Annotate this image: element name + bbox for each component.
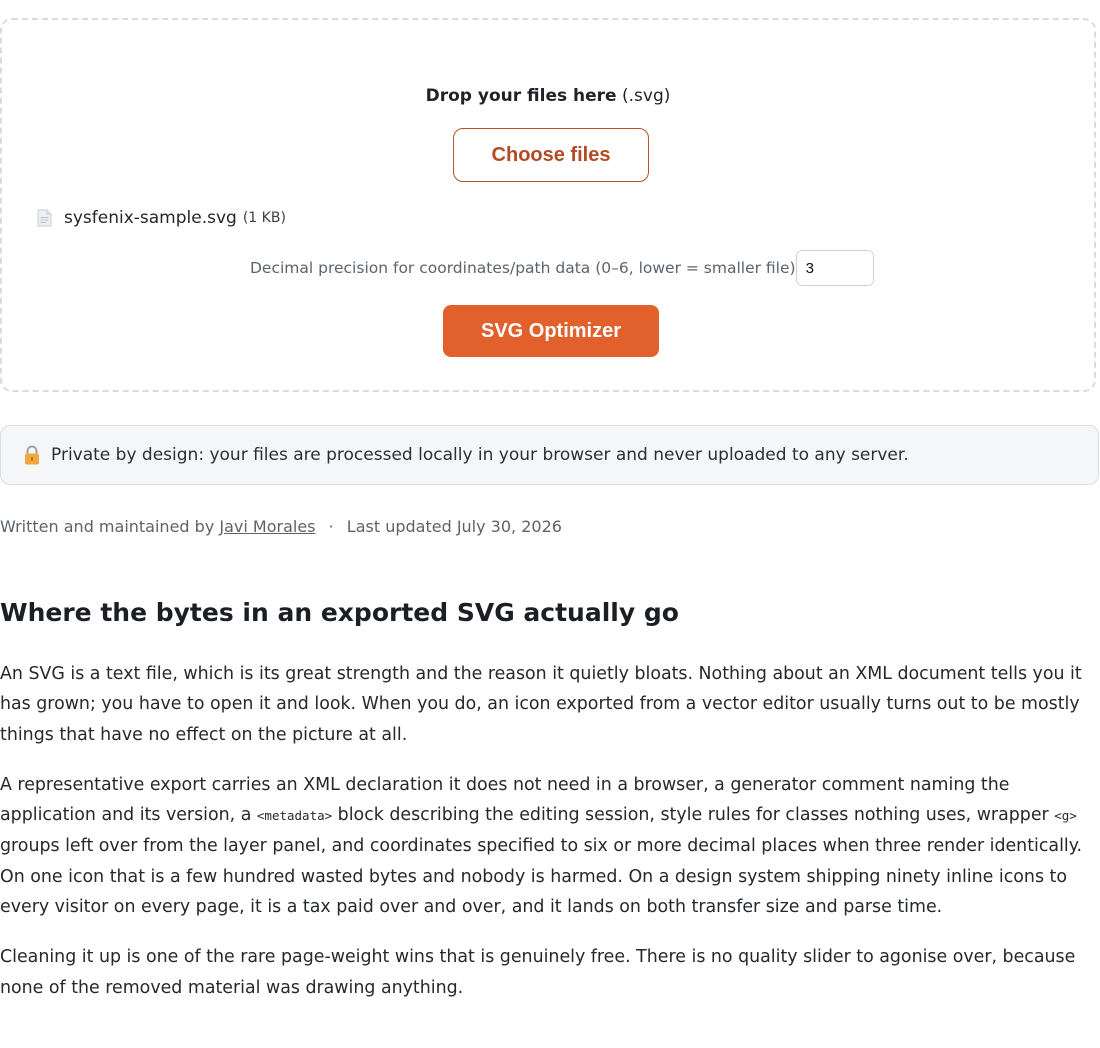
paragraph-2-text-b: block describing the editing session, st… [332, 805, 1055, 826]
file-size: (1 KB) [242, 210, 286, 226]
file-name: sysfenix-sample.svg [64, 208, 237, 228]
byline: Written and maintained by Javi Morales ·… [0, 517, 562, 536]
lock-icon [23, 445, 41, 465]
selected-file: sysfenix-sample.svg (1 KB) [37, 207, 286, 229]
last-updated: Last updated July 30, 2026 [346, 517, 562, 536]
byline-prefix: Written and maintained by [0, 517, 215, 536]
file-dropzone[interactable]: Drop your files here (.svg) Choose files… [0, 18, 1096, 392]
drop-title-text: Drop your files here [425, 86, 617, 106]
precision-label: Decimal precision for coordinates/path d… [250, 259, 796, 277]
optimize-button[interactable]: SVG Optimizer [443, 305, 659, 357]
privacy-notice: Private by design: your files are proces… [0, 425, 1099, 485]
paragraph-2-text-c: groups left over from the layer panel, a… [0, 836, 1083, 918]
article-paragraph-3: Cleaning it up is one of the rare page-w… [0, 947, 1076, 998]
author-link[interactable]: Javi Morales [219, 517, 315, 536]
article-title: Where the bytes in an exported SVG actua… [0, 598, 679, 627]
precision-setting: Decimal precision for coordinates/path d… [250, 250, 874, 286]
article-body: An SVG is a text file, which is its grea… [0, 659, 1100, 1023]
accepted-extension: (.svg) [621, 86, 671, 106]
article-paragraph-1: An SVG is a text file, which is its grea… [0, 664, 1082, 745]
privacy-text: Private by design: your files are proces… [51, 445, 909, 465]
precision-input[interactable] [795, 250, 874, 286]
choose-files-button[interactable]: Choose files [453, 128, 649, 182]
article-paragraph-2: A representative export carries an XML d… [0, 770, 1100, 922]
byline-separator: · [328, 517, 334, 536]
file-icon [37, 209, 52, 227]
dropzone-title: Drop your files here (.svg) [2, 84, 1094, 108]
g-code: <g> [1054, 808, 1077, 824]
metadata-code: <metadata> [256, 808, 333, 824]
